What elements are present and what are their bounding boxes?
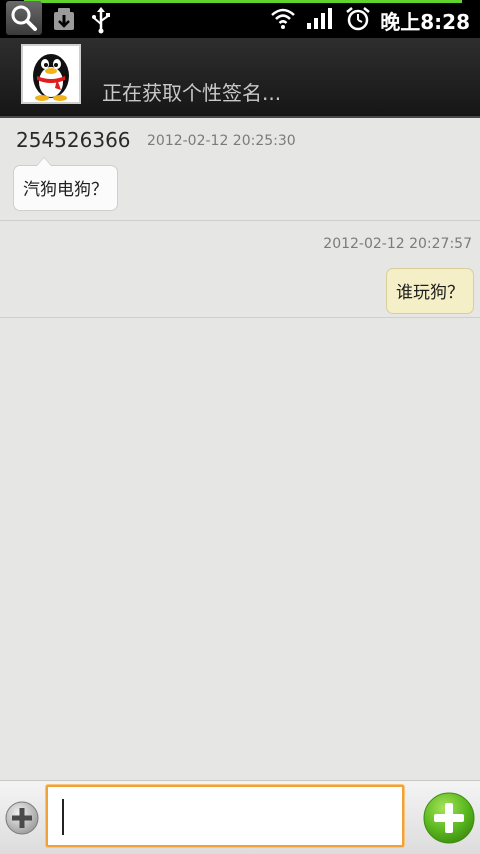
signal-icon [306,6,334,34]
message-list[interactable]: 254526366 2012-02-12 20:25:30 汽狗电狗？ 2012… [0,118,480,780]
search-icon[interactable] [6,1,42,35]
list-item: 2012-02-12 20:27:57 谁玩狗？ [0,221,480,318]
clock-time: 晚上8:28 [380,10,470,34]
sender-id[interactable]: 254526366 [16,128,131,152]
plus-icon [5,801,39,835]
outgoing-message-bubble[interactable]: 谁玩狗？ [386,268,474,314]
avatar[interactable] [21,44,81,104]
download-icon [52,6,76,36]
status-bar: 晚上8:28 [0,0,480,38]
progress-line [24,0,462,3]
chat-header: 正在获取个性签名... [0,38,480,118]
app-frame: 晚上8:28 正在获取个性签名... 254526366 2012-02-12 … [0,0,480,854]
message-timestamp: 2012-02-12 20:25:30 [147,133,296,149]
alarm-icon [344,6,372,36]
incoming-message-bubble[interactable]: 汽狗电狗？ [13,157,118,211]
send-button[interactable] [422,791,476,845]
message-input[interactable] [46,785,404,847]
list-item: 254526366 2012-02-12 20:25:30 汽狗电狗？ [0,118,480,221]
signature-text: 正在获取个性签名... [102,81,282,105]
penguin-avatar-icon [33,54,69,101]
green-plus-icon [423,792,475,844]
text-cursor [62,799,64,835]
wifi-icon [270,6,296,34]
message-timestamp: 2012-02-12 20:27:57 [323,236,472,252]
attach-button[interactable] [4,800,40,836]
usb-icon [90,6,112,38]
compose-bar [0,780,480,854]
